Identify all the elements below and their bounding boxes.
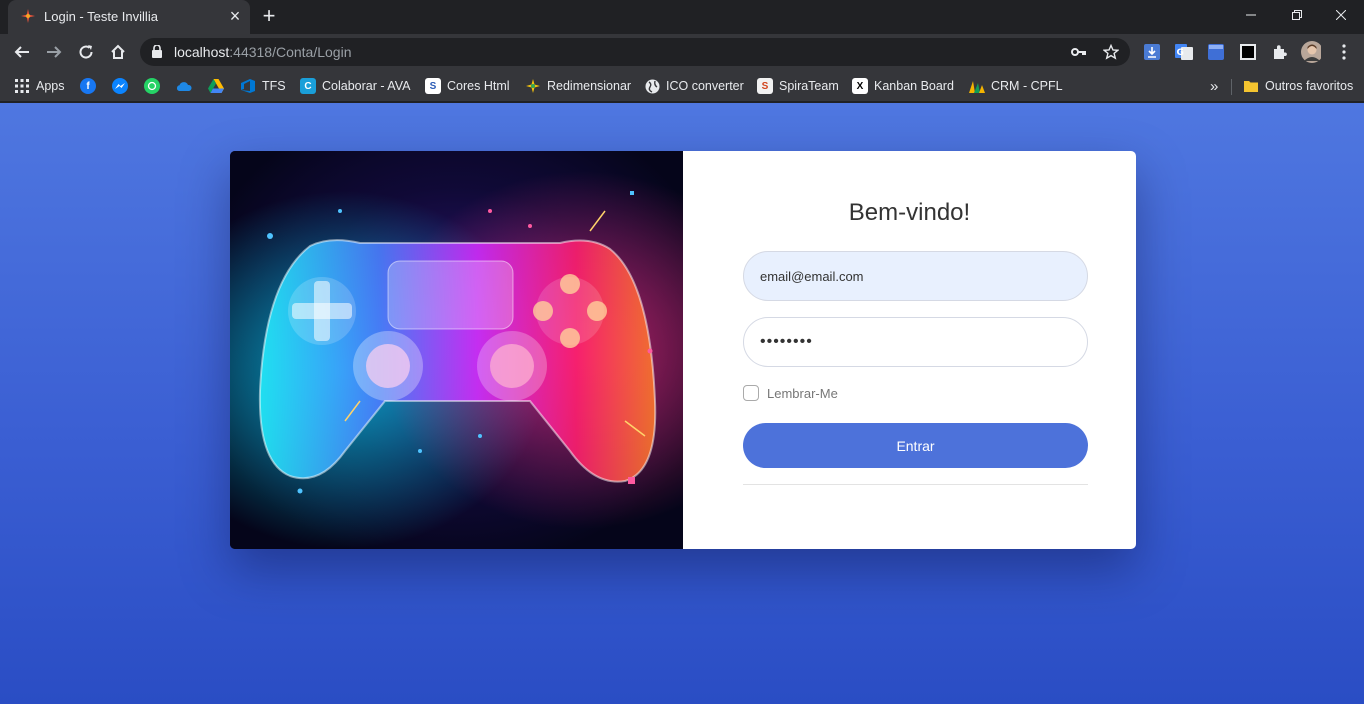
email-field[interactable]: email@email.com bbox=[743, 251, 1088, 301]
tab-title: Login - Teste Invillia bbox=[44, 9, 158, 24]
bookmark-label: CRM - CPFL bbox=[991, 79, 1063, 93]
onedrive-cloud-icon bbox=[176, 78, 192, 94]
bookmark-whatsapp[interactable] bbox=[144, 76, 160, 96]
url-path: :44318/Conta/Login bbox=[229, 44, 352, 60]
minimize-icon[interactable] bbox=[1228, 0, 1274, 30]
bookmark-kanban-board[interactable]: X Kanban Board bbox=[852, 76, 954, 96]
new-tab-icon[interactable]: + bbox=[258, 5, 280, 28]
back-icon[interactable] bbox=[10, 40, 34, 64]
cpfl-icon bbox=[969, 78, 985, 94]
browser-toolbar: localhost:44318/Conta/Login G bbox=[0, 34, 1364, 70]
bookmark-spirateam[interactable]: S SpiraTeam bbox=[757, 76, 839, 96]
apps-grid-icon bbox=[14, 78, 30, 94]
bookmark-cores-html[interactable]: S Cores Html bbox=[425, 76, 510, 96]
tab-strip: Login - Teste Invillia × + bbox=[0, 0, 1364, 34]
password-field[interactable]: •••••••• bbox=[743, 317, 1088, 367]
google-drive-icon bbox=[208, 78, 224, 94]
key-icon[interactable] bbox=[1070, 43, 1088, 61]
forward-icon[interactable] bbox=[42, 40, 66, 64]
folder-icon bbox=[1243, 78, 1259, 94]
url-host: localhost bbox=[174, 44, 230, 60]
extension-square-icon[interactable] bbox=[1238, 42, 1258, 62]
page-background: Bem-vindo! email@email.com •••••••• Lemb… bbox=[0, 103, 1364, 704]
bookmark-redimensionar[interactable]: Redimensionar bbox=[525, 76, 631, 96]
tab-close-icon[interactable]: × bbox=[226, 7, 244, 25]
svg-text:G: G bbox=[1177, 48, 1184, 58]
spirateam-icon: S bbox=[757, 78, 773, 94]
bookmark-messenger[interactable] bbox=[112, 76, 128, 96]
colaborar-c-icon: C bbox=[300, 78, 316, 94]
profile-avatar[interactable] bbox=[1301, 41, 1321, 63]
extension-window-icon[interactable] bbox=[1206, 42, 1226, 62]
remember-me-checkbox[interactable] bbox=[743, 385, 759, 401]
globe-icon bbox=[644, 78, 660, 94]
close-window-icon[interactable] bbox=[1318, 0, 1364, 30]
lock-icon[interactable] bbox=[152, 44, 162, 63]
bookmark-ico-converter[interactable]: ICO converter bbox=[644, 76, 744, 96]
bookmark-label: SpiraTeam bbox=[779, 79, 839, 93]
bookmark-crm-cpfl[interactable]: CRM - CPFL bbox=[969, 76, 1063, 96]
cores-html-icon: S bbox=[425, 78, 441, 94]
bookmark-label: Colaborar - AVA bbox=[322, 79, 411, 93]
bookmark-google-drive[interactable] bbox=[208, 76, 224, 96]
address-bar[interactable]: localhost:44318/Conta/Login bbox=[140, 38, 1130, 66]
kanban-x-icon: X bbox=[852, 78, 868, 94]
messenger-icon bbox=[112, 78, 128, 94]
menu-kebab-icon[interactable] bbox=[1334, 42, 1354, 62]
bookmark-other-folder[interactable]: Outros favoritos bbox=[1243, 76, 1353, 96]
login-form-panel: Bem-vindo! email@email.com •••••••• Lemb… bbox=[683, 151, 1136, 549]
azure-devops-icon bbox=[240, 78, 256, 94]
restore-icon[interactable] bbox=[1274, 0, 1320, 30]
redimensionar-sparkle-icon bbox=[525, 78, 541, 94]
bookmark-label: Kanban Board bbox=[874, 79, 954, 93]
whatsapp-icon bbox=[144, 78, 160, 94]
star-icon[interactable] bbox=[1102, 43, 1120, 61]
bookmark-apps[interactable]: Apps bbox=[14, 76, 65, 96]
google-translate-icon[interactable]: G bbox=[1174, 42, 1194, 62]
bookmarks-bar: Apps f TFS C Colaborar - AVA S Cores Htm… bbox=[0, 70, 1364, 102]
bookmark-label: Outros favoritos bbox=[1265, 79, 1354, 93]
bookmarks-overflow-button[interactable]: » bbox=[1210, 76, 1218, 96]
form-divider bbox=[743, 484, 1088, 485]
url-text: localhost:44318/Conta/Login bbox=[174, 44, 351, 60]
facebook-icon: f bbox=[80, 78, 96, 94]
bookmark-label: Cores Html bbox=[447, 79, 510, 93]
bookmark-onedrive[interactable] bbox=[176, 76, 192, 96]
remember-me-label: Lembrar-Me bbox=[767, 385, 838, 401]
bookmark-facebook[interactable]: f bbox=[80, 76, 96, 96]
browser-tab[interactable]: Login - Teste Invillia × bbox=[8, 0, 250, 34]
login-card: Bem-vindo! email@email.com •••••••• Lemb… bbox=[230, 151, 1136, 549]
login-button[interactable]: Entrar bbox=[743, 423, 1088, 468]
reload-icon[interactable] bbox=[74, 40, 98, 64]
gamepad-illustration bbox=[230, 151, 683, 549]
bookmark-label: ICO converter bbox=[666, 79, 744, 93]
bookmark-apps-label: Apps bbox=[36, 79, 65, 93]
bookmark-label: Redimensionar bbox=[547, 79, 632, 93]
tab-favicon-icon bbox=[20, 8, 36, 24]
bookmark-colaborar-ava[interactable]: C Colaborar - AVA bbox=[300, 76, 410, 96]
bookmark-label: TFS bbox=[262, 79, 286, 93]
extensions-puzzle-icon[interactable] bbox=[1270, 42, 1290, 62]
remember-me-row[interactable]: Lembrar-Me bbox=[743, 385, 838, 401]
bookmarks-separator bbox=[1231, 79, 1232, 95]
welcome-heading: Bem-vindo! bbox=[848, 199, 971, 226]
extension-download-icon[interactable] bbox=[1142, 42, 1162, 62]
bookmark-tfs[interactable]: TFS bbox=[240, 76, 286, 96]
home-icon[interactable] bbox=[106, 40, 130, 64]
